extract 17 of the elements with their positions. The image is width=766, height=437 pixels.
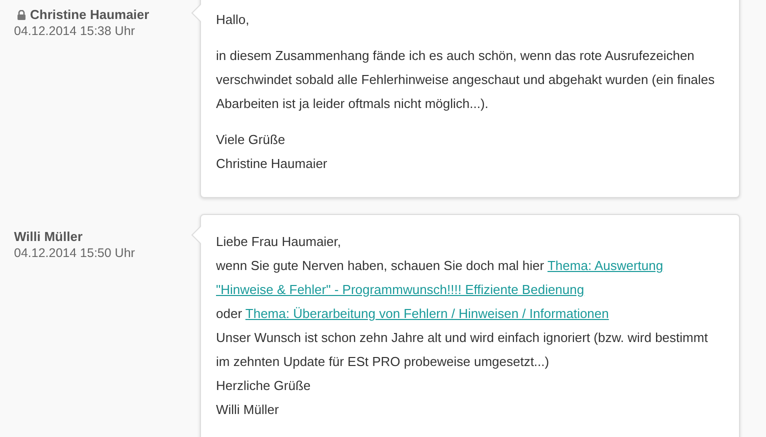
post-date: 04.12.2014 15:50 Uhr (14, 245, 136, 261)
message-text: Christine Haumaier (216, 155, 328, 173)
topic-link[interactable]: Thema: Überarbeitung von Fehlern / Hinweisen / Informationen (245, 306, 609, 321)
topic-link[interactable]: "Hinweise & Fehler" - Programmwunsch!!!! Effiziente Bedienung (216, 282, 584, 297)
message-text: in diesem Zusammenhang fände ich es auch schön, wenn das rote Ausrufezeichen verschwindet sobald alle Fehlerhinweise angeschaut und abgehakt wurden (ein finales Abarbeiten ist ja leider oftmals nicht möglich...). (216, 47, 716, 113)
message-text: Viele Grüße (216, 131, 286, 149)
post-date: 04.12.2014 15:38 Uhr (14, 23, 136, 39)
author-name: Willi Müller (14, 229, 82, 245)
topic-link[interactable]: Thema: Auswertung (547, 258, 664, 273)
message-text: oder Thema: Überarbeitung von Fehlern / Hinweisen / Informationen (216, 305, 610, 323)
message-text: Herzliche Grüße (216, 377, 312, 395)
message-text: Hallo, (216, 11, 250, 29)
message-text: Willi Müller (216, 401, 280, 419)
author-name: Christine Haumaier (30, 7, 150, 23)
message-text: wenn Sie gute Nerven haben, schauen Sie doch mal hier Thema: Auswertung "Hinweise & Fehler" - Programmwunsch!!!! Effiziente Bedienung (216, 257, 664, 299)
message-text: Unser Wunsch ist schon zehn Jahre alt und wird einfach ignoriert (bzw. wird bestimmt im zehnten Update für ESt PRO probeweise umgesetzt...) (216, 329, 709, 371)
message-text: Liebe Frau Haumaier, (216, 233, 342, 251)
